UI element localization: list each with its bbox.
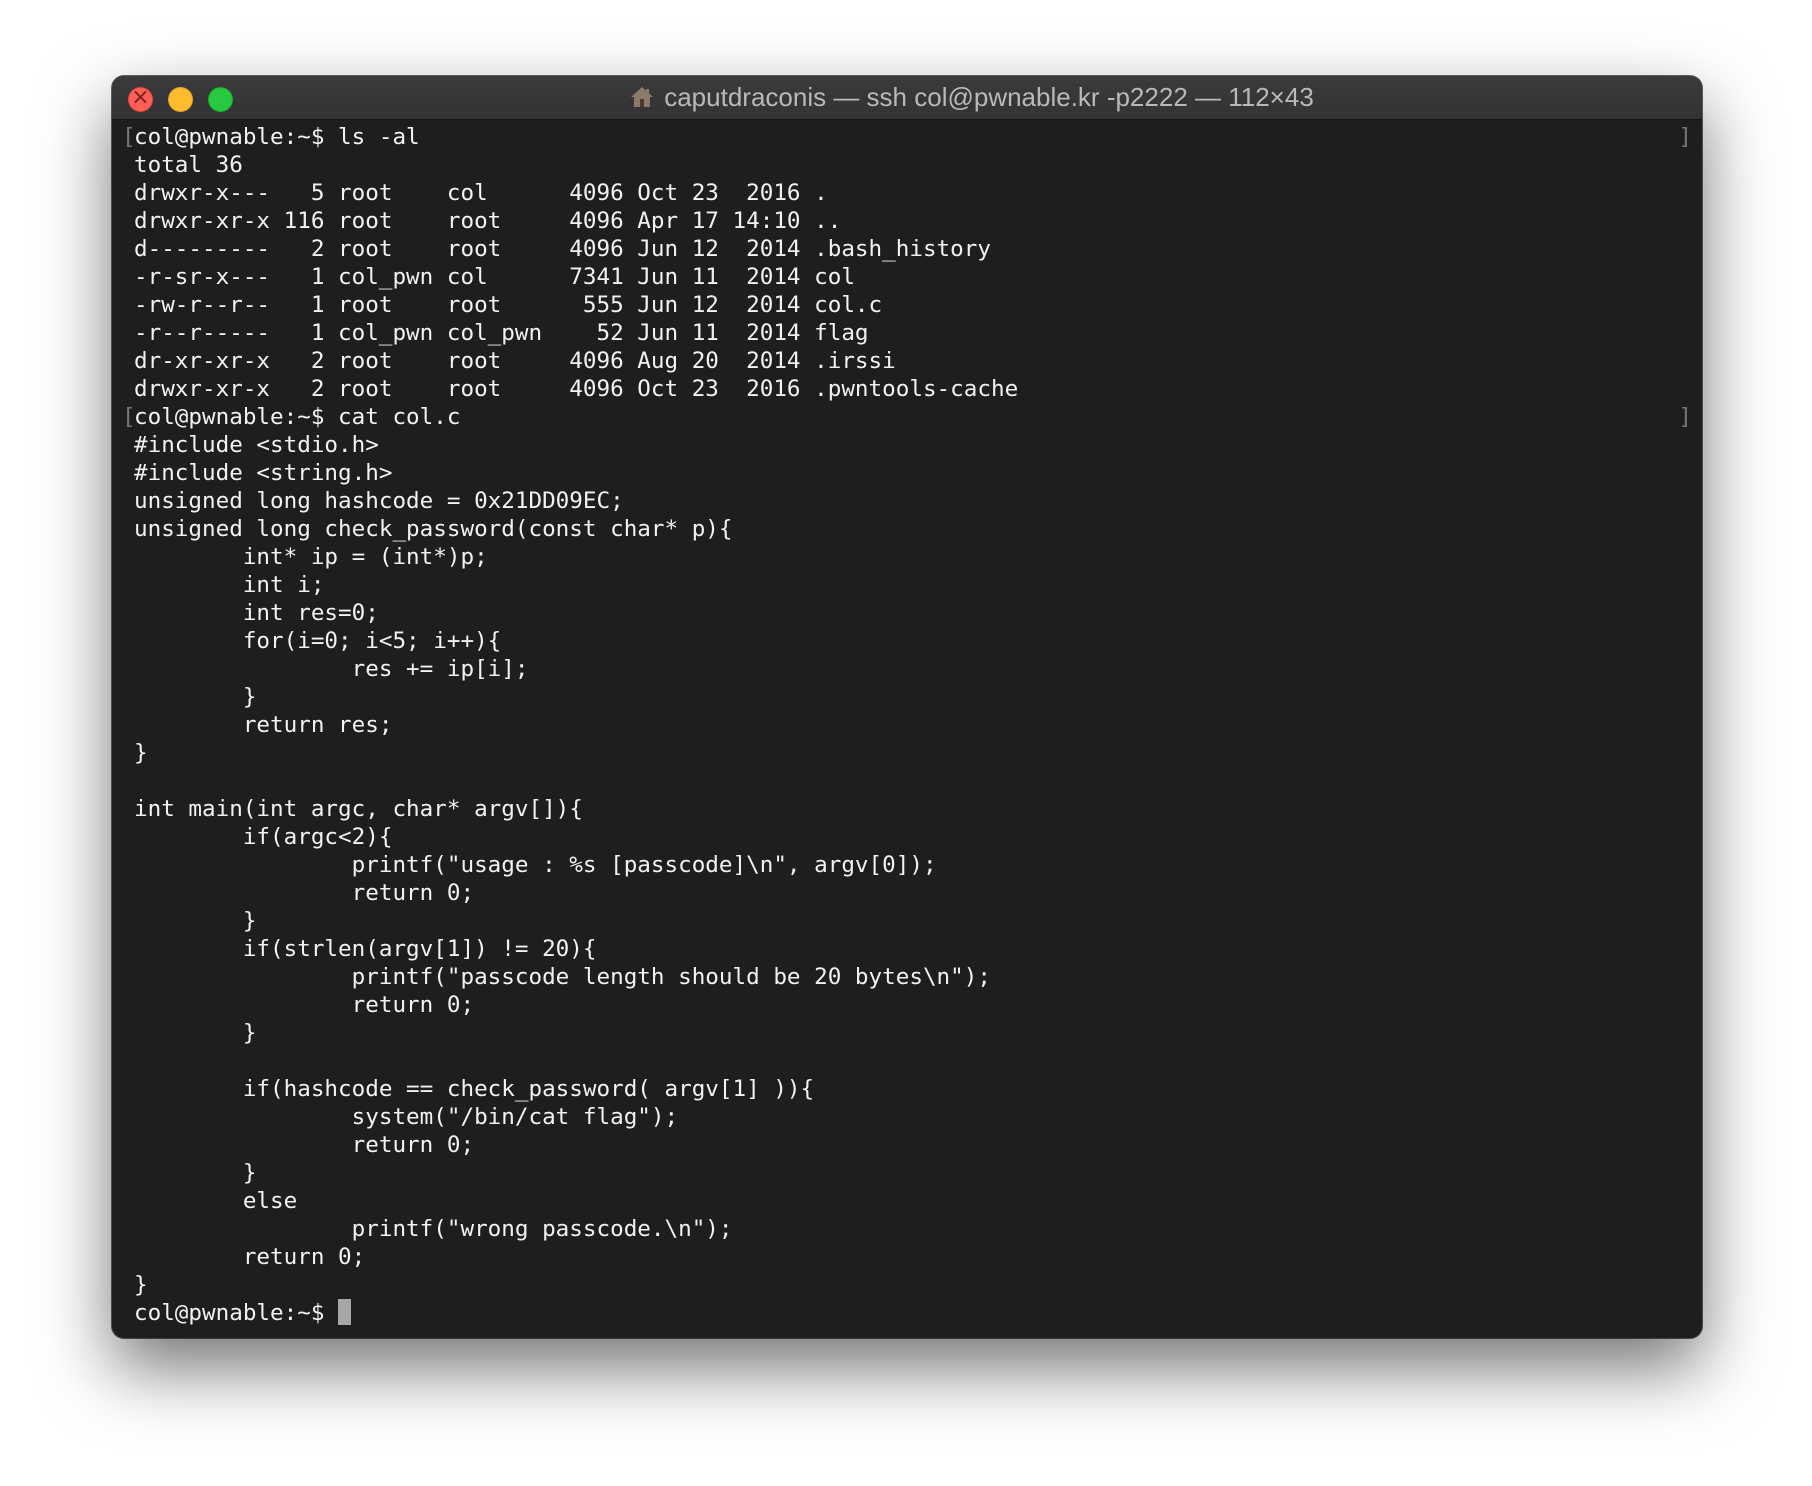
terminal-output-line: printf("wrong passcode.\n"); xyxy=(134,1216,733,1242)
text-cursor xyxy=(338,1298,352,1325)
terminal-output-line: return 0; xyxy=(134,1132,475,1158)
home-folder-icon xyxy=(631,86,654,107)
terminal-output-line: int main(int argc, char* argv[]){ xyxy=(134,796,583,822)
terminal-output-line: unsigned long check_password(const char*… xyxy=(134,516,733,542)
terminal-output-line: #include <string.h> xyxy=(134,460,393,486)
terminal-output-line: -r--r----- 1 col_pwn col_pwn 52 Jun 11 2… xyxy=(134,320,869,346)
terminal-output-line: system("/bin/cat flag"); xyxy=(134,1104,679,1130)
terminal-output-line: drwxr-xr-x 2 root root 4096 Oct 23 2016 … xyxy=(134,376,1019,402)
terminal-output-line: for(i=0; i<5; i++){ xyxy=(134,628,502,654)
terminal-command-line: col@pwnable:~$ cat col.c xyxy=(122,403,1692,431)
terminal-output-line: dr-xr-xr-x 2 root root 4096 Aug 20 2014 … xyxy=(134,348,896,374)
terminal-window: caputdraconis — ssh col@pwnable.kr -p222… xyxy=(112,76,1702,1338)
terminal-output-line: return 0; xyxy=(134,880,475,906)
terminal-output-line: if(strlen(argv[1]) != 20){ xyxy=(134,936,597,962)
terminal-output-line: -rw-r--r-- 1 root root 555 Jun 12 2014 c… xyxy=(134,292,883,318)
terminal-output-line: } xyxy=(134,908,257,934)
terminal-output-line: } xyxy=(134,684,257,710)
terminal-output-line: #include <stdio.h> xyxy=(134,432,379,458)
terminal-output-line: d--------- 2 root root 4096 Jun 12 2014 … xyxy=(134,236,991,262)
terminal-output-line: } xyxy=(134,1272,148,1298)
current-prompt: col@pwnable:~$ xyxy=(134,1300,339,1326)
terminal-input-line[interactable]: col@pwnable:~$ xyxy=(122,1298,1692,1327)
terminal-output-line: return res; xyxy=(134,712,393,738)
terminal-output-line: if(hashcode == check_password( argv[1] )… xyxy=(134,1076,815,1102)
terminal-output-line: drwxr-x--- 5 root col 4096 Oct 23 2016 . xyxy=(134,180,828,206)
terminal-output-line: total 36 xyxy=(134,152,243,178)
terminal-output-line: drwxr-xr-x 116 root root 4096 Apr 17 14:… xyxy=(134,208,842,234)
terminal-output-line: return 0; xyxy=(134,1244,366,1270)
terminal-output-line: } xyxy=(134,1020,257,1046)
terminal-output-line: int* ip = (int*)p; xyxy=(134,544,488,570)
terminal-output-line: } xyxy=(134,1160,257,1186)
terminal-output-line: } xyxy=(134,740,148,766)
terminal-output-line: res += ip[i]; xyxy=(134,656,529,682)
title-bar[interactable]: caputdraconis — ssh col@pwnable.kr -p222… xyxy=(112,76,1702,120)
window-title: caputdraconis — ssh col@pwnable.kr -p222… xyxy=(664,82,1314,112)
terminal-command-line: col@pwnable:~$ ls -al xyxy=(122,123,1692,151)
terminal-output-line: int i; xyxy=(134,572,325,598)
terminal-output-line: printf("passcode length should be 20 byt… xyxy=(134,964,991,990)
terminal-output-line: -r-sr-x--- 1 col_pwn col 7341 Jun 11 201… xyxy=(134,264,855,290)
terminal-output-line: return 0; xyxy=(134,992,475,1018)
terminal-output-line: unsigned long hashcode = 0x21DD09EC; xyxy=(134,488,624,514)
window-title-area: caputdraconis — ssh col@pwnable.kr -p222… xyxy=(112,76,1702,119)
terminal-output-line: else xyxy=(134,1188,298,1214)
terminal-output-line: printf("usage : %s [passcode]\n", argv[0… xyxy=(134,852,937,878)
terminal-output[interactable]: col@pwnable:~$ ls -altotal 36drwxr-x--- … xyxy=(122,123,1692,1338)
terminal-output-line: int res=0; xyxy=(134,600,379,626)
terminal-output-line: if(argc<2){ xyxy=(134,824,393,850)
